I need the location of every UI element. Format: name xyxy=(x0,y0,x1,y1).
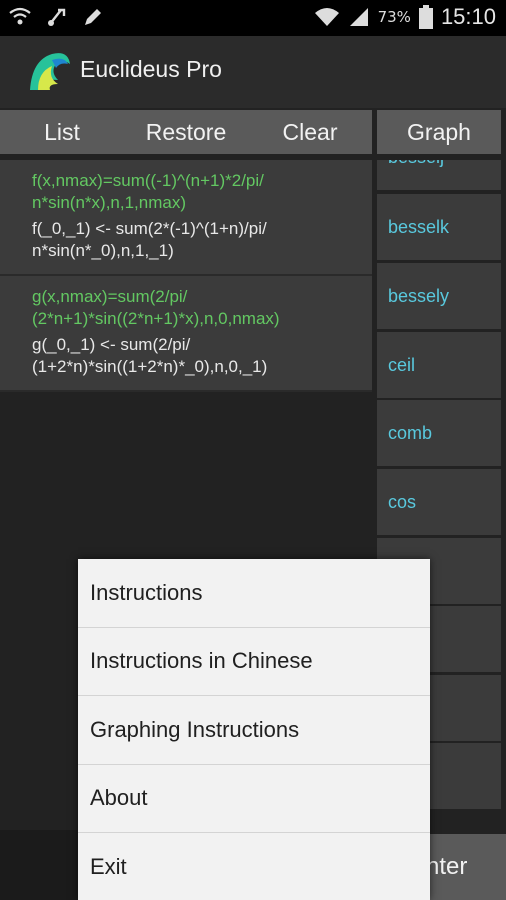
overflow-menu: Instructions Instructions in Chinese Gra… xyxy=(78,559,430,900)
expression-result: g(_0,_1) <- sum(2/pi/ (1+2*n)*sin((1+2*n… xyxy=(32,335,268,376)
signal-icon xyxy=(349,8,368,26)
battery-icon xyxy=(418,5,433,29)
function-item[interactable]: bessely xyxy=(377,263,501,329)
wave-logo-icon[interactable] xyxy=(28,50,72,92)
status-bar: 73% 15:10 xyxy=(0,0,506,36)
wifi-share-icon xyxy=(9,7,31,25)
function-item[interactable]: ceil xyxy=(377,332,501,398)
expression-item[interactable]: f(x,nmax)=sum((-1)^(n+1)*2/pi/ n*sin(n*x… xyxy=(0,160,372,276)
menu-item-instructions-chinese[interactable]: Instructions in Chinese xyxy=(78,628,430,696)
function-item[interactable]: besselj xyxy=(377,160,501,190)
action-bar: Euclideus Pro xyxy=(0,36,506,108)
usb-icon xyxy=(48,8,66,26)
menu-item-instructions[interactable]: Instructions xyxy=(78,559,430,628)
clock: 15:10 xyxy=(440,4,496,29)
pen-icon xyxy=(85,9,101,25)
restore-button[interactable]: Restore xyxy=(124,110,248,154)
function-item[interactable]: cos xyxy=(377,469,501,535)
clear-button[interactable]: Clear xyxy=(248,110,372,154)
expression-definition: g(x,nmax)=sum(2/pi/ (2*n+1)*sin((2*n+1)*… xyxy=(32,287,280,328)
graph-button[interactable]: Graph xyxy=(377,110,501,154)
expression-result: f(_0,_1) <- sum(2*(-1)^(1+n)/pi/ n*sin(n… xyxy=(32,219,267,260)
expression-list: f(x,nmax)=sum((-1)^(n+1)*2/pi/ n*sin(n*x… xyxy=(0,160,372,392)
menu-item-exit[interactable]: Exit xyxy=(78,833,430,900)
expression-item[interactable]: g(x,nmax)=sum(2/pi/ (2*n+1)*sin((2*n+1)*… xyxy=(0,276,372,392)
menu-item-about[interactable]: About xyxy=(78,765,430,833)
expression-definition: f(x,nmax)=sum((-1)^(n+1)*2/pi/ n*sin(n*x… xyxy=(32,171,264,212)
wifi-icon xyxy=(314,8,339,26)
toolbar: List Restore Clear xyxy=(0,110,372,154)
menu-item-graphing-instructions[interactable]: Graphing Instructions xyxy=(78,696,430,765)
function-item[interactable]: besselk xyxy=(377,194,501,260)
app-title: Euclideus Pro xyxy=(80,56,222,82)
function-item[interactable]: comb xyxy=(377,400,501,466)
battery-percent: 73% xyxy=(377,8,411,26)
list-button[interactable]: List xyxy=(0,110,124,154)
